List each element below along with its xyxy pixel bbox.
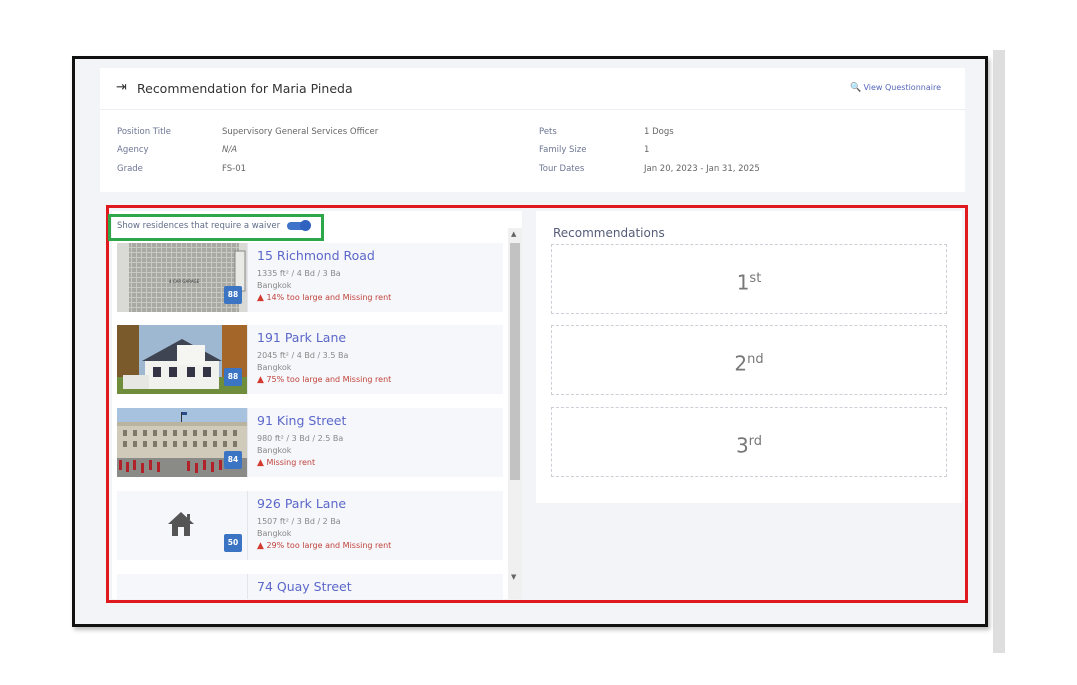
page-title: Recommendation for Maria Pineda [137, 81, 353, 96]
agency-value: N/A [222, 145, 238, 155]
tour-dates-label: Tour Dates [539, 164, 585, 174]
outer-scrollbar[interactable] [993, 50, 1005, 653]
tour-dates-value: Jan 20, 2023 - Jan 31, 2025 [644, 164, 760, 174]
annotation-green-box [108, 214, 324, 241]
grade-value: FS-01 [222, 164, 247, 174]
search-icon: 🔍 [850, 83, 862, 93]
title-row: ⇥ Recommendation for Maria Pineda 🔍 View … [100, 68, 965, 110]
position-title-value: Supervisory General Services Officer [222, 127, 379, 137]
family-size-value: 1 [644, 145, 650, 155]
pets-label: Pets [539, 127, 557, 137]
view-questionnaire-link[interactable]: 🔍 View Questionnaire [850, 83, 941, 93]
grade-label: Grade [117, 164, 143, 174]
annotation-red-box [106, 205, 968, 603]
view-questionnaire-label: View Questionnaire [863, 83, 941, 92]
agency-label: Agency [117, 145, 149, 155]
recommendation-header: ⇥ Recommendation for Maria Pineda 🔍 View … [100, 68, 965, 192]
position-title-label: Position Title [117, 127, 172, 137]
sign-in-arrow-icon: ⇥ [116, 80, 127, 95]
pets-value: 1 Dogs [644, 127, 674, 137]
family-size-label: Family Size [539, 145, 587, 155]
